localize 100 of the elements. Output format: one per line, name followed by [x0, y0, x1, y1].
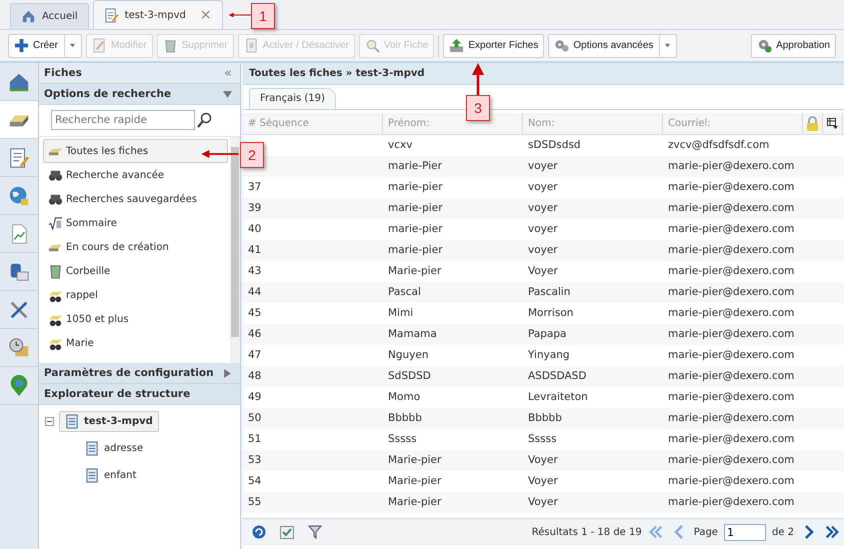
sequence-cell: 55 [248, 496, 262, 508]
lock-icon[interactable] [806, 116, 819, 131]
sequence-cell: 39 [248, 202, 262, 214]
sequence-cell: 43 [248, 265, 262, 277]
toolbar-button[interactable]: Approbation [751, 34, 836, 58]
last-name-cell: Voyer [528, 265, 558, 277]
globe-icon [8, 184, 30, 206]
first-name-cell: marie-pier [388, 202, 443, 214]
first-name-cell: marie-pier [388, 181, 443, 193]
tree-node[interactable]: adresse [79, 438, 150, 459]
search-list-item[interactable]: Recherche avancée [43, 163, 228, 187]
note-icon [92, 38, 108, 53]
table-icon [65, 414, 80, 429]
section-header[interactable]: Options de recherche [39, 84, 240, 105]
search-list-item[interactable]: Toutes les fiches [43, 139, 228, 163]
table-icon [85, 441, 100, 456]
sequence-cell: 45 [248, 307, 262, 319]
search-list-item[interactable]: Sommaire [43, 211, 228, 235]
language-tab[interactable]: Français (19) [249, 88, 336, 109]
tree-node[interactable]: test-3-mpvd [59, 411, 159, 432]
nav-button[interactable] [0, 101, 38, 139]
sequence-cell: 51 [248, 433, 262, 445]
first-name-cell: SdSDSD [388, 370, 431, 382]
callout-number: 2 [240, 142, 264, 168]
search-icon [197, 112, 213, 128]
sequence-cell: 46 [248, 328, 262, 340]
bin-icon [48, 264, 63, 278]
page-tab[interactable]: Accueil [10, 3, 89, 29]
search-list-item[interactable]: Corbeille [43, 259, 228, 283]
email-cell: marie-pier@dexero.com [668, 181, 794, 193]
email-cell: marie-pier@dexero.com [668, 412, 794, 424]
plus-icon [14, 38, 29, 53]
search-field[interactable]: Recherche rapide [51, 110, 195, 130]
collapse-toggle-icon[interactable] [45, 417, 54, 426]
toggle-icon [223, 368, 232, 378]
toolbar-button[interactable]: Créer [8, 34, 82, 58]
sequence-cell: 53 [248, 454, 262, 466]
sequence-cell: 54 [248, 475, 262, 487]
last-name-cell: voyer [528, 181, 558, 193]
last-name-cell: voyer [528, 160, 558, 172]
filter-icon[interactable] [307, 524, 323, 540]
sequence-cell: 40 [248, 223, 262, 235]
last-page-icon[interactable] [824, 524, 840, 540]
dropdown-arrow-icon[interactable] [64, 34, 76, 56]
results-count: Résultats 1 - 18 de 19 [532, 526, 642, 538]
email-cell: marie-pier@dexero.com [668, 391, 794, 403]
email-cell: marie-pier@dexero.com [668, 454, 794, 466]
last-name-cell: Bbbbb [528, 412, 562, 424]
email-cell: marie-pier@dexero.com [668, 223, 794, 235]
email-cell: marie-pier@dexero.com [668, 202, 794, 214]
root-icon [48, 216, 63, 230]
first-name-cell: marie-pier [388, 223, 443, 235]
last-name-cell: ASDSDASD [528, 370, 586, 382]
last-name-cell: voyer [528, 244, 558, 256]
last-name-cell: Voyer [528, 454, 558, 466]
sequence-cell: 49 [248, 391, 262, 403]
callout-number: 1 [251, 3, 275, 29]
dropdown-arrow-icon[interactable] [659, 34, 672, 56]
gear-check-icon [757, 38, 772, 53]
toolbar-button[interactable]: Exporter Fiches [443, 34, 544, 58]
refresh-icon[interactable] [251, 524, 267, 540]
form-icon [104, 8, 119, 22]
last-name-cell: Sssss [528, 433, 557, 445]
last-name-cell: voyer [528, 223, 558, 235]
last-name-cell: Morrison [528, 307, 574, 319]
bin-icon [162, 38, 178, 53]
magnifier-icon [364, 38, 380, 53]
first-name-cell: Marie-pier [388, 265, 442, 277]
search-list-item[interactable]: rappel [43, 283, 228, 307]
page-input[interactable]: 1 [724, 524, 766, 540]
search-list-item[interactable]: Marie [43, 331, 228, 355]
section-header: Explorateur de structure [39, 384, 240, 405]
toolbar-button[interactable]: Options avancées [548, 34, 678, 58]
email-cell: marie-pier@dexero.com [668, 286, 794, 298]
next-page-icon[interactable] [804, 524, 814, 540]
columns-menu-icon[interactable] [827, 118, 838, 129]
search-list-item[interactable]: En cours de création [43, 235, 228, 259]
scrollbar[interactable] [230, 137, 240, 363]
first-name-cell: Momo [388, 391, 420, 403]
callout-arrow [200, 147, 240, 161]
sequence-cell: 50 [248, 412, 262, 424]
last-name-cell: Papapa [528, 328, 566, 340]
tree-node[interactable]: enfant [79, 465, 142, 486]
first-name-cell: marie-pier [388, 244, 443, 256]
last-name-cell: Levraiteton [528, 391, 588, 403]
last-name-cell: sDSDsdsd [528, 139, 581, 151]
search-list-item[interactable]: Recherches sauvegardées [43, 187, 228, 211]
first-name-cell: Marie-pier [388, 454, 442, 466]
checkbox-icon[interactable] [279, 524, 295, 540]
gears-icon [554, 38, 570, 53]
sequence-cell: 48 [248, 370, 262, 382]
first-name-cell: vcxv [388, 139, 412, 151]
first-name-cell: Sssss [388, 433, 417, 445]
section-header[interactable]: Paramètres de configuration [39, 363, 240, 384]
last-name-cell: voyer [528, 202, 558, 214]
first-name-cell: Marie-pier [388, 496, 442, 508]
first-name-cell: Marie-pier [388, 475, 442, 487]
page-label: Page [694, 526, 718, 538]
search-list-item[interactable]: 1050 et plus [43, 307, 228, 331]
page-tab[interactable]: test-3-mpvd × [92, 0, 223, 29]
